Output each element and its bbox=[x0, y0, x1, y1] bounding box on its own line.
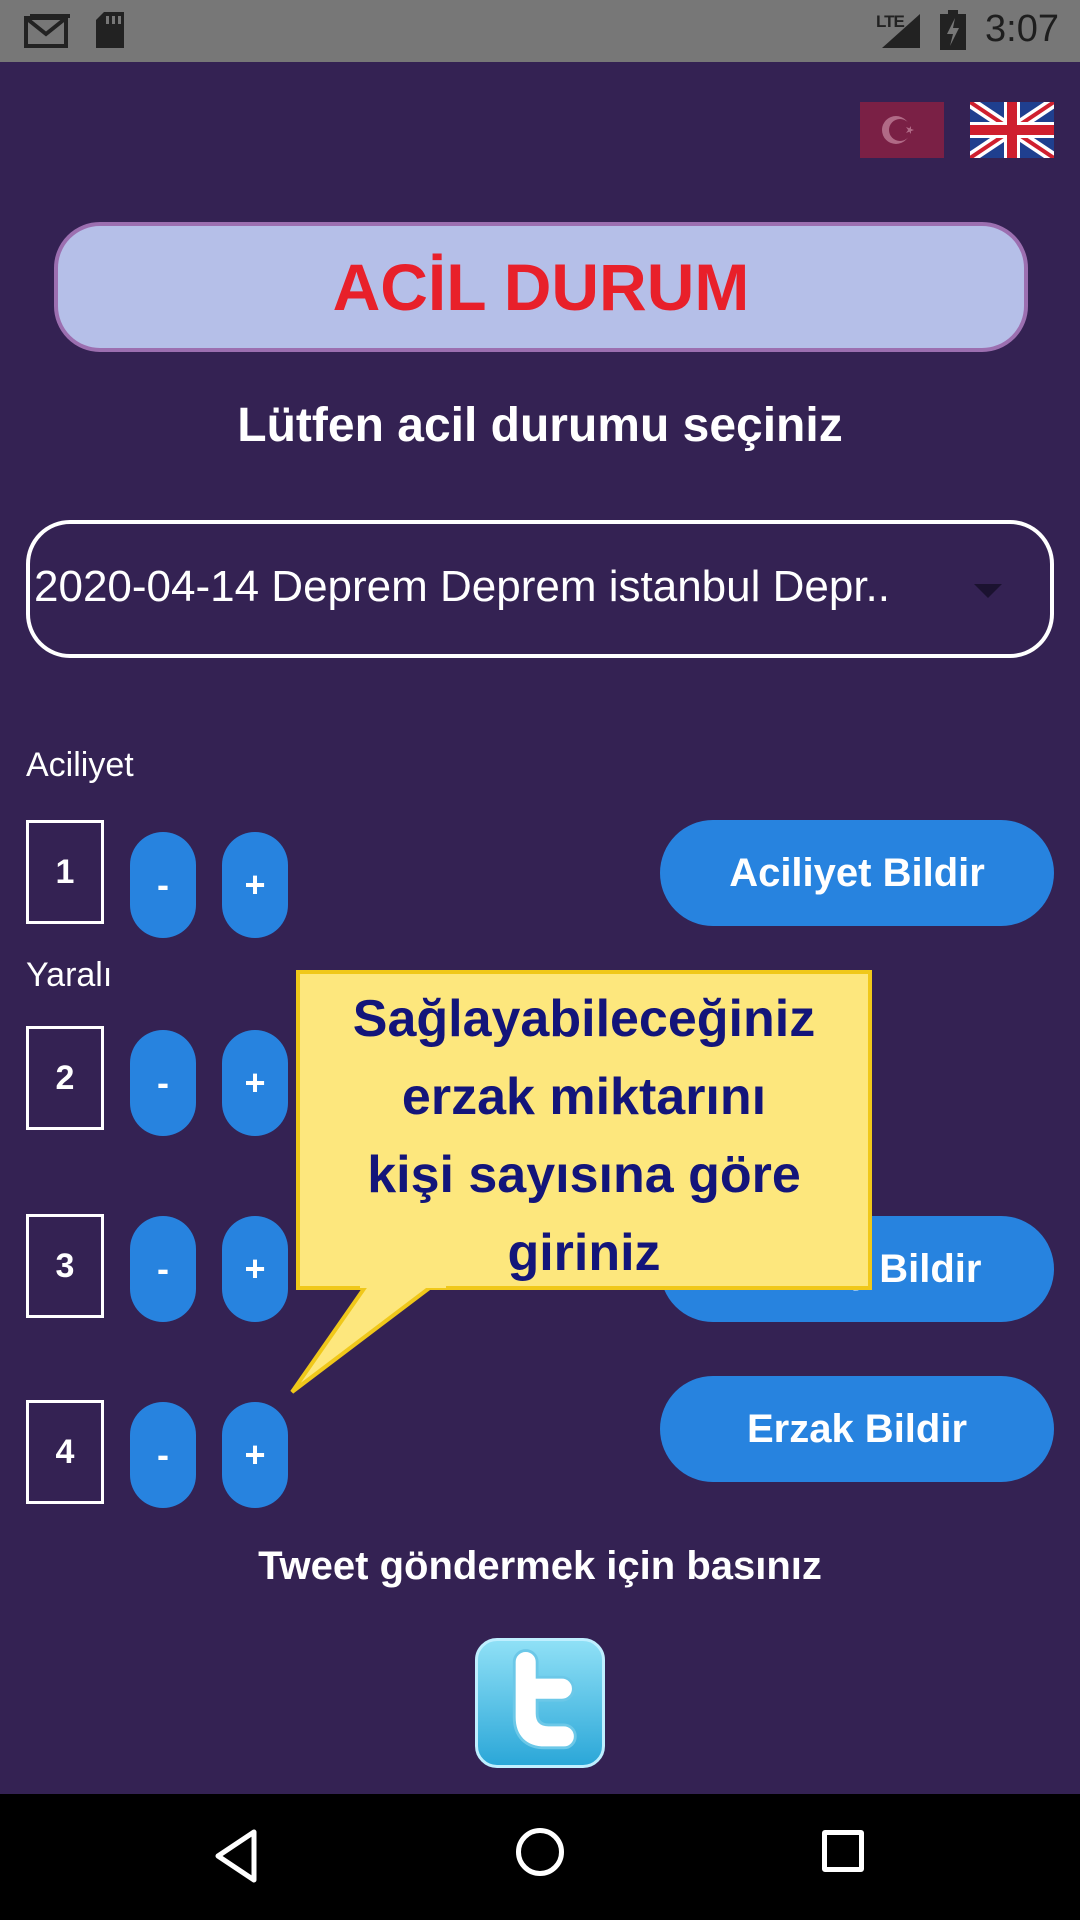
dropdown-arrow-icon bbox=[974, 584, 1002, 598]
supply-plus-button[interactable]: + bbox=[222, 1402, 288, 1508]
injured-label: Yaralı bbox=[26, 956, 113, 994]
tooltip-line: kişi sayısına göre bbox=[367, 1146, 801, 1204]
supply-minus-button[interactable]: - bbox=[130, 1402, 196, 1508]
tooltip-text: Sağlayabileceğiniz erzak miktarını kişi … bbox=[296, 980, 872, 1292]
urgency-minus-button[interactable]: - bbox=[130, 832, 196, 938]
supply-count: 4 bbox=[26, 1400, 104, 1504]
sd-card-icon bbox=[96, 12, 124, 48]
urgency-plus-button[interactable]: + bbox=[222, 832, 288, 938]
navigation-bar bbox=[0, 1794, 1080, 1920]
status-time: 3:07 bbox=[985, 8, 1059, 50]
injured-minus-button[interactable]: - bbox=[130, 1030, 196, 1136]
title-banner: ACİL DURUM bbox=[54, 222, 1028, 352]
injured-plus-button[interactable]: + bbox=[222, 1030, 288, 1136]
urgency-count: 1 bbox=[26, 820, 104, 924]
shelter-count: 3 bbox=[26, 1214, 104, 1318]
gmail-icon bbox=[24, 14, 70, 48]
urgency-label: Aciliyet bbox=[26, 746, 134, 784]
back-icon[interactable] bbox=[212, 1826, 260, 1886]
tooltip-line: Sağlayabileceğiniz bbox=[352, 990, 816, 1048]
home-icon[interactable] bbox=[516, 1828, 564, 1876]
select-prompt: Lütfen acil durumu seçiniz bbox=[237, 399, 843, 452]
twitter-button[interactable] bbox=[475, 1638, 605, 1768]
tooltip-pointer bbox=[290, 1278, 446, 1394]
injured-count: 2 bbox=[26, 1026, 104, 1130]
uk-flag-icon[interactable] bbox=[970, 102, 1054, 158]
twitter-icon bbox=[512, 1649, 577, 1750]
signal-icon bbox=[882, 14, 920, 48]
emergency-select[interactable]: 2020-04-14 Deprem Deprem istanbul Depr.. bbox=[26, 520, 1054, 658]
turkish-flag-icon[interactable] bbox=[860, 102, 944, 158]
status-bar: LTE 3:07 bbox=[0, 0, 1080, 62]
battery-icon bbox=[940, 10, 966, 50]
page-title: ACİL DURUM bbox=[332, 250, 750, 324]
report-urgency-button[interactable]: Aciliyet Bildir bbox=[660, 820, 1054, 926]
shelter-plus-button[interactable]: + bbox=[222, 1216, 288, 1322]
recent-apps-icon[interactable] bbox=[822, 1830, 864, 1872]
tooltip-line: giriniz bbox=[507, 1224, 661, 1282]
tooltip-line: erzak miktarını bbox=[401, 1068, 767, 1126]
report-supply-button[interactable]: Erzak Bildir bbox=[660, 1376, 1054, 1482]
tweet-prompt: Tweet göndermek için basınız bbox=[258, 1544, 822, 1588]
shelter-minus-button[interactable]: - bbox=[130, 1216, 196, 1322]
emergency-select-value: 2020-04-14 Deprem Deprem istanbul Depr.. bbox=[34, 562, 891, 611]
